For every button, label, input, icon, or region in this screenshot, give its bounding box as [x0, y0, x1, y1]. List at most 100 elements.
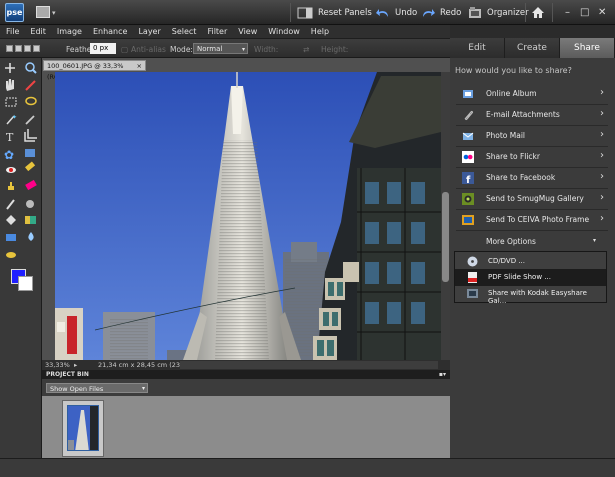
subtract-selection-icon[interactable]	[24, 45, 31, 52]
reset-panels-button[interactable]: Reset Panels	[297, 5, 372, 20]
background-color-swatch[interactable]	[18, 276, 33, 291]
share-item-label: E-mail Attachments	[486, 110, 560, 119]
menu-item-kodak-easyshare[interactable]: Share with Kodak Easyshare Gal...	[455, 285, 606, 305]
bin-options-icon[interactable]: ▪▾	[439, 370, 446, 379]
thumbnail-image	[67, 405, 99, 451]
share-item-label: Send to SmugMug Gallery	[486, 194, 584, 203]
divider	[290, 3, 291, 22]
menu-item-pdf-slide-show[interactable]: PDF Slide Show ...	[455, 269, 606, 286]
width-label: Width:	[254, 45, 279, 54]
menu-file[interactable]: File	[0, 25, 24, 38]
anti-alias-checkbox[interactable]: ▢	[121, 45, 128, 54]
expand-status-icon[interactable]: ▸	[74, 361, 77, 369]
share-item-label: Share to Flickr	[486, 152, 540, 161]
more-options-button[interactable]: More Options	[486, 237, 536, 246]
new-selection-icon[interactable]	[6, 45, 13, 52]
redo-icon	[421, 7, 435, 19]
share-item-email-attachments[interactable]: E-mail Attachments ›	[456, 105, 608, 125]
project-bin-header: PROJECT BIN ▪▾	[42, 370, 450, 379]
share-item-flickr[interactable]: Share to Flickr ›	[456, 147, 608, 167]
chevron-down-icon: ▾	[52, 9, 56, 17]
bin-filter-select[interactable]: Show Open Files ▾	[46, 383, 148, 393]
menu-enhance[interactable]: Enhance	[87, 25, 133, 38]
share-item-ceiva[interactable]: Send To CEIVA Photo Frame ›	[456, 210, 608, 230]
vertical-scrollbar[interactable]	[441, 72, 450, 360]
ceiva-icon	[462, 215, 474, 225]
organizer-label: Organizer	[487, 7, 529, 18]
menu-layer[interactable]: Layer	[132, 25, 165, 38]
menu-help[interactable]: Help	[305, 25, 334, 38]
scrollbar-thumb[interactable]	[442, 192, 449, 282]
shape-tool-icon	[6, 234, 16, 241]
photo-image	[55, 72, 441, 360]
menu-edit[interactable]: Edit	[24, 25, 51, 38]
swap-dimensions-icon[interactable]: ⇄	[303, 45, 309, 54]
tool-icons: ✦ T ✿	[4, 62, 37, 258]
reset-panels-icon	[297, 7, 313, 19]
divider	[525, 3, 526, 22]
lasso-tool-icon	[25, 96, 37, 106]
mode-value: Normal	[197, 45, 223, 53]
divider	[456, 230, 608, 231]
tab-create[interactable]: Create	[505, 38, 560, 58]
layout-icon	[36, 6, 50, 18]
menu-window[interactable]: Window	[262, 25, 305, 38]
close-icon[interactable]: ✕	[598, 7, 606, 18]
share-item-smugmug[interactable]: Send to SmugMug Gallery ›	[456, 189, 608, 209]
document-tab[interactable]: 100_0601.JPG @ 33,3%(RGB/8) ×	[43, 60, 146, 81]
paint-bucket-icon	[6, 215, 16, 225]
add-selection-icon[interactable]	[15, 45, 22, 52]
share-item-label: Photo Mail	[486, 131, 526, 140]
redo-button[interactable]: Redo	[421, 5, 461, 20]
panel-tabs: Edit Create Share	[450, 38, 615, 58]
undo-label: Undo	[395, 7, 418, 18]
maximize-icon[interactable]: □	[580, 7, 589, 18]
share-item-label: Send To CEIVA Photo Frame	[486, 215, 590, 224]
chevron-right-icon: ›	[600, 108, 604, 119]
type-tool-icon: T	[6, 131, 14, 144]
photo-canvas[interactable]	[55, 72, 441, 360]
zoom-tool-icon	[25, 62, 37, 74]
redo-label: Redo	[440, 7, 462, 18]
undo-icon	[376, 7, 390, 19]
gradient-tool-icon	[25, 216, 36, 224]
share-item-photo-mail[interactable]: Photo Mail ›	[456, 126, 608, 146]
organizer-button[interactable]: Organizer	[468, 5, 529, 20]
menu-image[interactable]: Image	[51, 25, 87, 38]
quick-selection-icon	[25, 115, 35, 125]
close-tab-icon[interactable]: ×	[137, 61, 142, 72]
home-button[interactable]	[531, 5, 545, 20]
share-item-label: Share to Facebook	[486, 173, 556, 182]
feather-input[interactable]: 0 px	[90, 43, 116, 54]
menu-select[interactable]: Select	[166, 25, 202, 38]
svg-text:✦: ✦	[12, 114, 17, 121]
svg-text:f: f	[466, 175, 471, 184]
minimize-icon[interactable]: –	[565, 7, 570, 18]
selection-mode-buttons[interactable]	[6, 45, 40, 52]
hand-tool-icon	[6, 79, 14, 91]
menu-item-cd-dvd[interactable]: CD/DVD ...	[455, 253, 606, 270]
horizontal-scrollbar[interactable]	[180, 361, 438, 369]
project-bin-title: PROJECT BIN	[46, 371, 89, 378]
intersect-selection-icon[interactable]	[33, 45, 40, 52]
tab-share[interactable]: Share	[560, 38, 615, 58]
zoom-level: 33,33%	[45, 361, 70, 369]
home-icon	[531, 6, 545, 19]
undo-button[interactable]: Undo	[376, 5, 417, 20]
tab-edit[interactable]: Edit	[450, 38, 505, 58]
mode-select[interactable]: Normal ▾	[193, 43, 248, 54]
chevron-right-icon: ›	[600, 213, 604, 224]
chevron-right-icon: ›	[600, 129, 604, 140]
bin-thumbnail[interactable]	[62, 400, 104, 457]
share-item-facebook[interactable]: f Share to Facebook ›	[456, 168, 608, 188]
menu-item-label: CD/DVD ...	[488, 257, 525, 265]
share-item-online-album[interactable]: Online Album ›	[456, 84, 608, 104]
menu-view[interactable]: View	[232, 25, 262, 38]
chevron-down-icon: ▾	[241, 46, 245, 53]
chevron-down-icon[interactable]: ▾	[593, 237, 596, 244]
chevron-right-icon: ›	[600, 192, 604, 203]
facebook-icon: f	[462, 172, 474, 184]
layout-button[interactable]: ▾	[36, 6, 58, 19]
menu-filter[interactable]: Filter	[201, 25, 232, 38]
move-tool-icon	[5, 63, 15, 73]
